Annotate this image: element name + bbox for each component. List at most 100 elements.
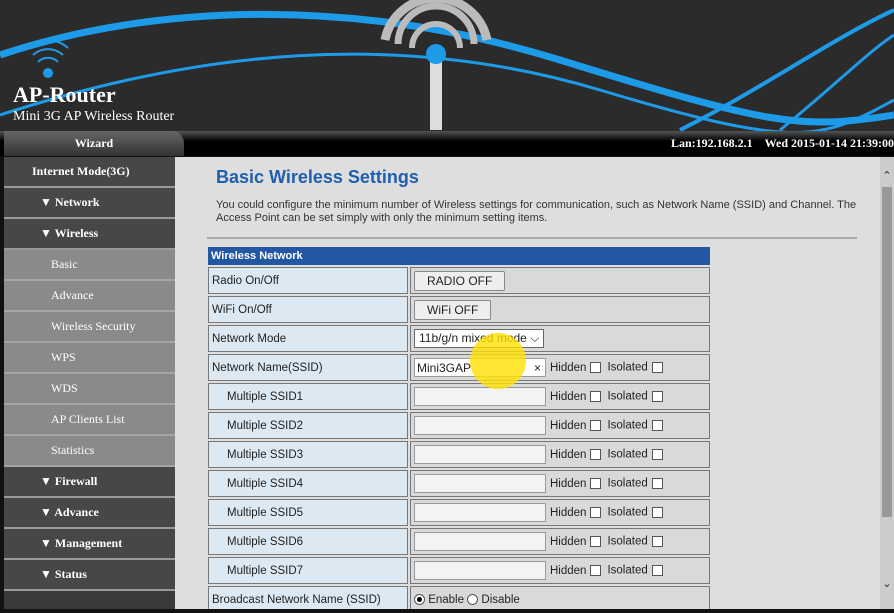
hidden-label: Hidden [550, 565, 586, 577]
isolated-checkbox[interactable] [652, 420, 663, 431]
wireless-network-table: Wireless Network Radio On/Off RADIO OFF W… [206, 245, 712, 609]
sidebar-item[interactable]: WDS [4, 374, 175, 405]
hidden-checkbox[interactable] [590, 449, 601, 460]
broadcast-label: Broadcast Network Name (SSID) [208, 586, 408, 609]
sidebar-item[interactable]: Advance [4, 281, 175, 312]
hidden-checkbox[interactable] [590, 478, 601, 489]
ssid-label: Network Name(SSID) [208, 354, 408, 381]
hidden-label: Hidden [550, 420, 586, 432]
hidden-checkbox[interactable] [590, 391, 601, 402]
isolated-checkbox[interactable] [652, 362, 663, 373]
multiple-ssid-label: Multiple SSID5 [208, 499, 408, 526]
enable-radio[interactable] [414, 594, 425, 605]
table-row: Multiple SSID1 Hidden Isolated [208, 383, 710, 410]
radio-label: Radio On/Off [208, 267, 408, 294]
isolated-label: Isolated [607, 391, 647, 403]
sidebar-item[interactable]: Basic [4, 250, 175, 281]
multiple-ssid-input[interactable] [414, 532, 546, 551]
multiple-ssid-input[interactable] [414, 445, 546, 464]
isolated-checkbox[interactable] [652, 449, 663, 460]
radio-off-button[interactable]: RADIO OFF [414, 271, 505, 291]
page-description: You could configure the minimum number o… [216, 199, 866, 225]
wifi-off-button[interactable]: WiFi OFF [414, 300, 491, 320]
isolated-checkbox[interactable] [652, 478, 663, 489]
table-row: WiFi On/Off WiFi OFF [208, 296, 710, 323]
scroll-down-icon[interactable]: ⌄ [880, 577, 894, 590]
sidebar-menu: Internet Mode(3G)▼ Network▼ WirelessBasi… [4, 157, 175, 609]
multiple-ssid-label: Multiple SSID6 [208, 528, 408, 555]
multiple-ssid-input[interactable] [414, 387, 546, 406]
table-row: Multiple SSID7 Hidden Isolated [208, 557, 710, 584]
hidden-label: Hidden [550, 391, 586, 403]
disable-radio[interactable] [467, 594, 478, 605]
enable-label: Enable [428, 594, 464, 606]
multiple-ssid-input[interactable] [414, 561, 546, 580]
scrollbar-thumb[interactable] [882, 187, 892, 517]
status-info: Lan:192.168.2.1 Wed 2015-01-14 21:39:00 [659, 131, 894, 156]
top-nav-bar: Wizard Lan:192.168.2.1 Wed 2015-01-14 21:… [0, 131, 894, 156]
datetime: Wed 2015-01-14 21:39:00 [765, 136, 894, 150]
multiple-ssid-input[interactable] [414, 416, 546, 435]
table-row: Broadcast Network Name (SSID) Enable Dis… [208, 586, 710, 609]
ssid-value: Mini3GAP [417, 361, 471, 375]
isolated-label: Isolated [607, 449, 647, 461]
isolated-checkbox[interactable] [652, 536, 663, 547]
multiple-ssid-input[interactable] [414, 503, 546, 522]
sidebar-item[interactable]: WPS [4, 343, 175, 374]
isolated-label: Isolated [607, 507, 647, 519]
scrollbar[interactable]: ⌃ ⌄ [880, 157, 894, 609]
wizard-tab[interactable]: Wizard [4, 131, 184, 156]
isolated-label: Isolated [607, 478, 647, 490]
hidden-checkbox[interactable] [590, 507, 601, 518]
antenna-icon [385, 0, 487, 130]
section-header: Wireless Network [208, 247, 710, 265]
table-row: Multiple SSID2HiddenIsolated [208, 412, 710, 439]
isolated-label: Isolated [607, 565, 647, 577]
sidebar-item[interactable]: AP Clients List [4, 405, 175, 436]
sidebar-item[interactable]: ▼ Advance [4, 498, 175, 529]
hidden-checkbox[interactable] [590, 362, 601, 373]
lan-ip: Lan:192.168.2.1 [671, 136, 753, 150]
sidebar-item[interactable]: ▼ Wireless [4, 219, 175, 250]
content-panel: Basic Wireless Settings You could config… [175, 157, 880, 609]
hidden-label: Hidden [550, 507, 586, 519]
sidebar-item[interactable]: ▼ Management [4, 529, 175, 560]
clear-icon[interactable]: × [534, 361, 541, 375]
brand-title: AP-Router [13, 82, 116, 108]
disable-label: Disable [481, 594, 519, 606]
chevron-down-icon: ⌵ [530, 331, 539, 345]
multiple-ssid-label: Multiple SSID7 [208, 557, 408, 584]
hidden-label: Hidden [550, 536, 586, 548]
wifi-label: WiFi On/Off [208, 296, 408, 323]
table-row: Multiple SSID6 Hidden Isolated [208, 528, 710, 555]
multiple-ssid-label: Multiple SSID1 [208, 383, 408, 410]
header-banner: AP-Router Mini 3G AP Wireless Router [0, 0, 894, 131]
sidebar-item[interactable]: Statistics [4, 436, 175, 467]
table-row: Network Mode11b/g/n mixed mode ⌵ [208, 325, 710, 352]
multiple-ssid-input[interactable] [414, 474, 546, 493]
sidebar-item[interactable]: Internet Mode(3G) [4, 157, 175, 188]
isolated-label: Isolated [607, 536, 647, 548]
hidden-checkbox[interactable] [590, 536, 601, 547]
multiple-ssid-label: Multiple SSID3 [208, 441, 408, 468]
isolated-checkbox[interactable] [652, 507, 663, 518]
table-row: Multiple SSID4HiddenIsolated [208, 470, 710, 497]
table-row: Multiple SSID3 Hidden Isolated [208, 441, 710, 468]
table-row: Network Name(SSID) Mini3GAP × Hidden Isolate… [208, 354, 710, 381]
sidebar-item[interactable]: Wireless Security [4, 312, 175, 343]
hidden-label: Hidden [550, 449, 586, 461]
multiple-ssid-label: Multiple SSID2 [208, 412, 408, 439]
sidebar-item[interactable]: ▼ Network [4, 188, 175, 219]
hidden-checkbox[interactable] [590, 420, 601, 431]
sidebar-item[interactable]: ▼ Firewall [4, 467, 175, 498]
hidden-checkbox[interactable] [590, 565, 601, 576]
hidden-label: Hidden [550, 362, 586, 374]
cursor-highlight [470, 333, 526, 389]
sidebar-item[interactable]: ▼ Status [4, 560, 175, 591]
hidden-label: Hidden [550, 478, 586, 490]
isolated-checkbox[interactable] [652, 565, 663, 576]
page-title: Basic Wireless Settings [216, 167, 419, 188]
scroll-up-icon[interactable]: ⌃ [880, 169, 894, 182]
isolated-checkbox[interactable] [652, 391, 663, 402]
isolated-label: Isolated [607, 362, 647, 374]
